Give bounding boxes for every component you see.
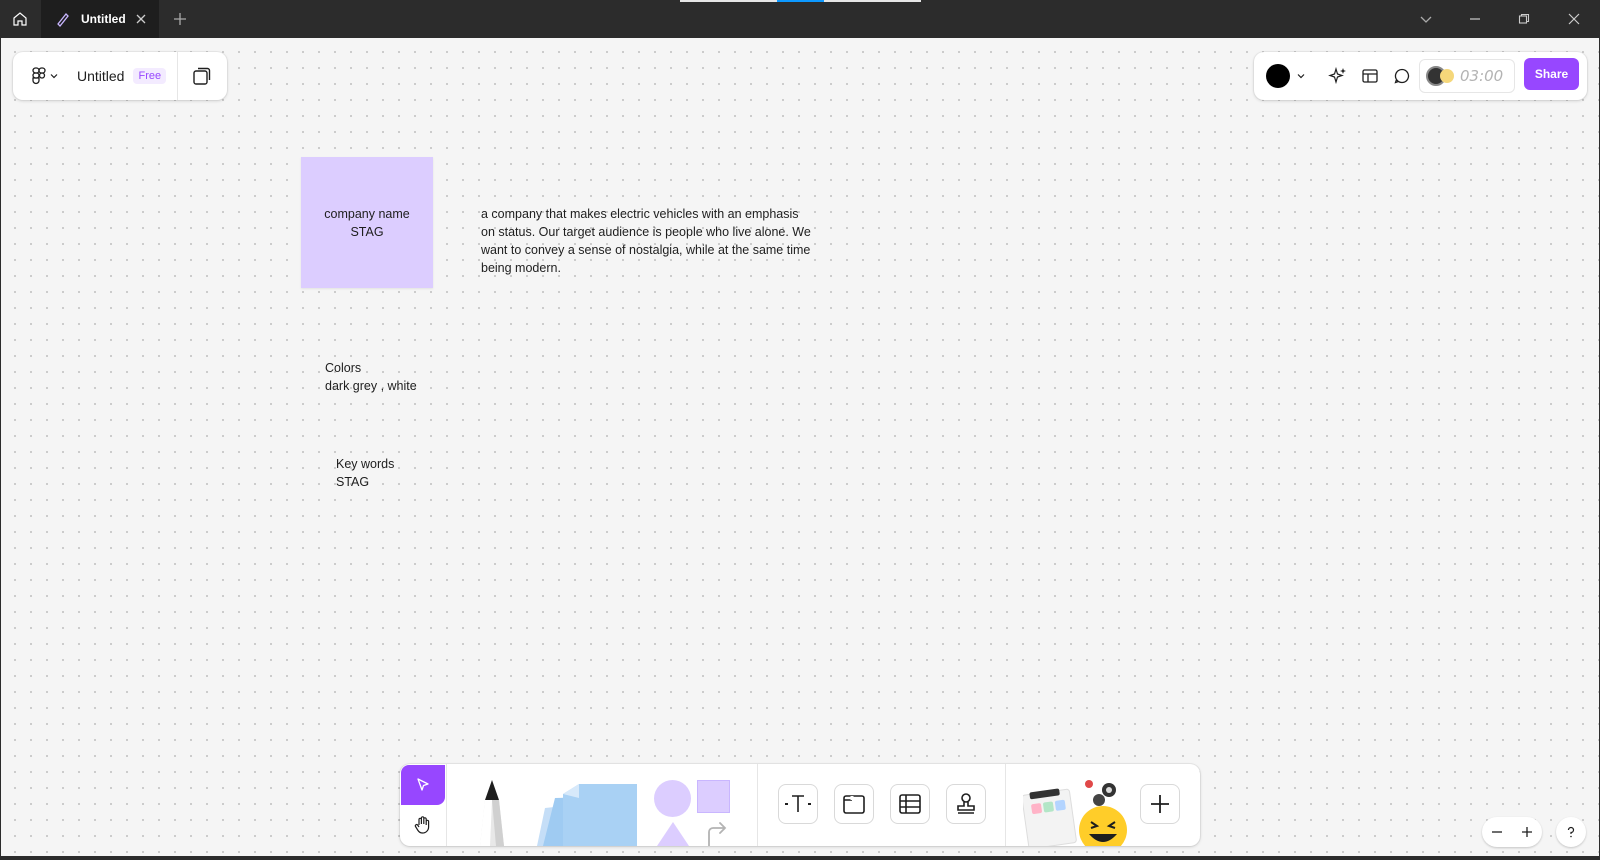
sparkle-icon (1328, 66, 1346, 85)
home-button[interactable] (8, 8, 32, 30)
file-title[interactable]: Untitled (77, 68, 124, 84)
plus-icon (1151, 795, 1169, 813)
colors-text[interactable]: Colors dark grey , white (325, 359, 417, 395)
table-tool[interactable] (890, 784, 930, 824)
new-tab-button[interactable] (170, 9, 190, 29)
figma-logo-icon (32, 67, 46, 85)
stamp-icon (957, 793, 975, 814)
zoom-controls (1482, 817, 1542, 847)
figjam-file-icon (57, 13, 69, 27)
circle-shape-tool[interactable] (654, 780, 691, 817)
marker-tool[interactable] (470, 778, 514, 846)
help-button[interactable] (1556, 817, 1586, 847)
stamp-tool[interactable] (946, 784, 986, 824)
home-icon (13, 12, 27, 26)
tab-untitled[interactable]: Untitled (41, 0, 159, 38)
divider (446, 764, 447, 846)
ai-actions-button[interactable] (1326, 64, 1350, 88)
text-icon (785, 795, 811, 812)
select-tool[interactable] (401, 765, 445, 805)
text-line: Key words (336, 457, 395, 471)
pages-button[interactable] (178, 52, 226, 100)
restore-icon (1518, 13, 1530, 24)
chevron-down-icon (1420, 16, 1432, 23)
comment-icon (1394, 68, 1410, 84)
pages-icon (193, 67, 211, 85)
divider (757, 764, 758, 846)
minimize-icon (1470, 18, 1480, 20)
top-right-panel: 03:00 Share (1254, 52, 1587, 100)
hand-tool[interactable] (401, 806, 445, 844)
tabs-dropdown-button[interactable] (1412, 8, 1440, 30)
help-icon (1567, 826, 1575, 838)
plan-badge[interactable]: Free (133, 68, 167, 84)
board-canvas[interactable] (1, 38, 1599, 856)
text-line: Colors (325, 361, 362, 375)
sticky-note-line: company name (324, 206, 410, 221)
layout-icon (1362, 69, 1378, 83)
text-tool[interactable] (778, 784, 818, 824)
bottom-toolbar (400, 764, 1200, 846)
close-icon (136, 14, 146, 24)
table-icon (899, 794, 921, 814)
chevron-down-icon (50, 74, 58, 79)
square-shape-tool[interactable] (697, 780, 730, 813)
loading-progress-bar (680, 0, 921, 2)
timer-widget[interactable]: 03:00 (1419, 59, 1515, 93)
music-icon (1440, 69, 1454, 83)
plus-icon (174, 13, 186, 25)
timer-value: 03:00 (1460, 67, 1504, 85)
divider (1005, 764, 1006, 846)
title-bar: Untitled (0, 0, 1600, 38)
comments-button[interactable] (1390, 64, 1414, 88)
section-icon (843, 795, 865, 814)
text-line: want to convey a sense of nostalgia, whi… (481, 243, 811, 257)
zoom-out-button[interactable] (1482, 817, 1512, 847)
close-tab-button[interactable] (133, 11, 149, 27)
more-tools-button[interactable] (1140, 784, 1180, 824)
text-line: being modern. (481, 261, 561, 275)
templates-button[interactable] (1358, 64, 1382, 88)
main-menu-button[interactable] (23, 52, 67, 100)
share-button[interactable]: Share (1524, 58, 1579, 90)
window-bottom-edge (0, 856, 1600, 860)
minimize-button[interactable] (1461, 8, 1489, 30)
minus-icon (1492, 831, 1502, 833)
zoom-in-button[interactable] (1512, 817, 1542, 847)
sticky-note-line: STAG (350, 224, 384, 239)
plus-icon (1522, 827, 1532, 837)
close-window-button[interactable] (1560, 8, 1588, 30)
text-line: on status. Our target audience is people… (481, 225, 811, 239)
sticky-note[interactable]: company name STAG (301, 157, 433, 288)
restore-button[interactable] (1510, 8, 1538, 30)
chevron-down-icon (1297, 74, 1305, 79)
tab-label: Untitled (81, 12, 126, 26)
cursor-icon (417, 778, 429, 791)
color-dropdown-button[interactable] (1294, 69, 1308, 83)
close-icon (1568, 13, 1580, 25)
description-text[interactable]: a company that makes electric vehicles w… (481, 205, 826, 277)
text-line: dark grey , white (325, 379, 417, 393)
keywords-text[interactable]: Key words STAG (336, 455, 394, 491)
sticky-note-tool[interactable] (533, 780, 643, 846)
triangle-shape-tool[interactable] (657, 822, 689, 846)
text-line: a company that makes electric vehicles w… (481, 207, 799, 221)
hand-icon (414, 816, 430, 834)
text-line: STAG (336, 475, 370, 489)
section-tool[interactable] (834, 784, 874, 824)
color-swatch[interactable] (1266, 64, 1290, 88)
file-panel: Untitled Free (13, 52, 227, 100)
connector-arrow-icon[interactable] (705, 820, 729, 846)
widgets-stickers-tool[interactable] (1023, 778, 1131, 846)
